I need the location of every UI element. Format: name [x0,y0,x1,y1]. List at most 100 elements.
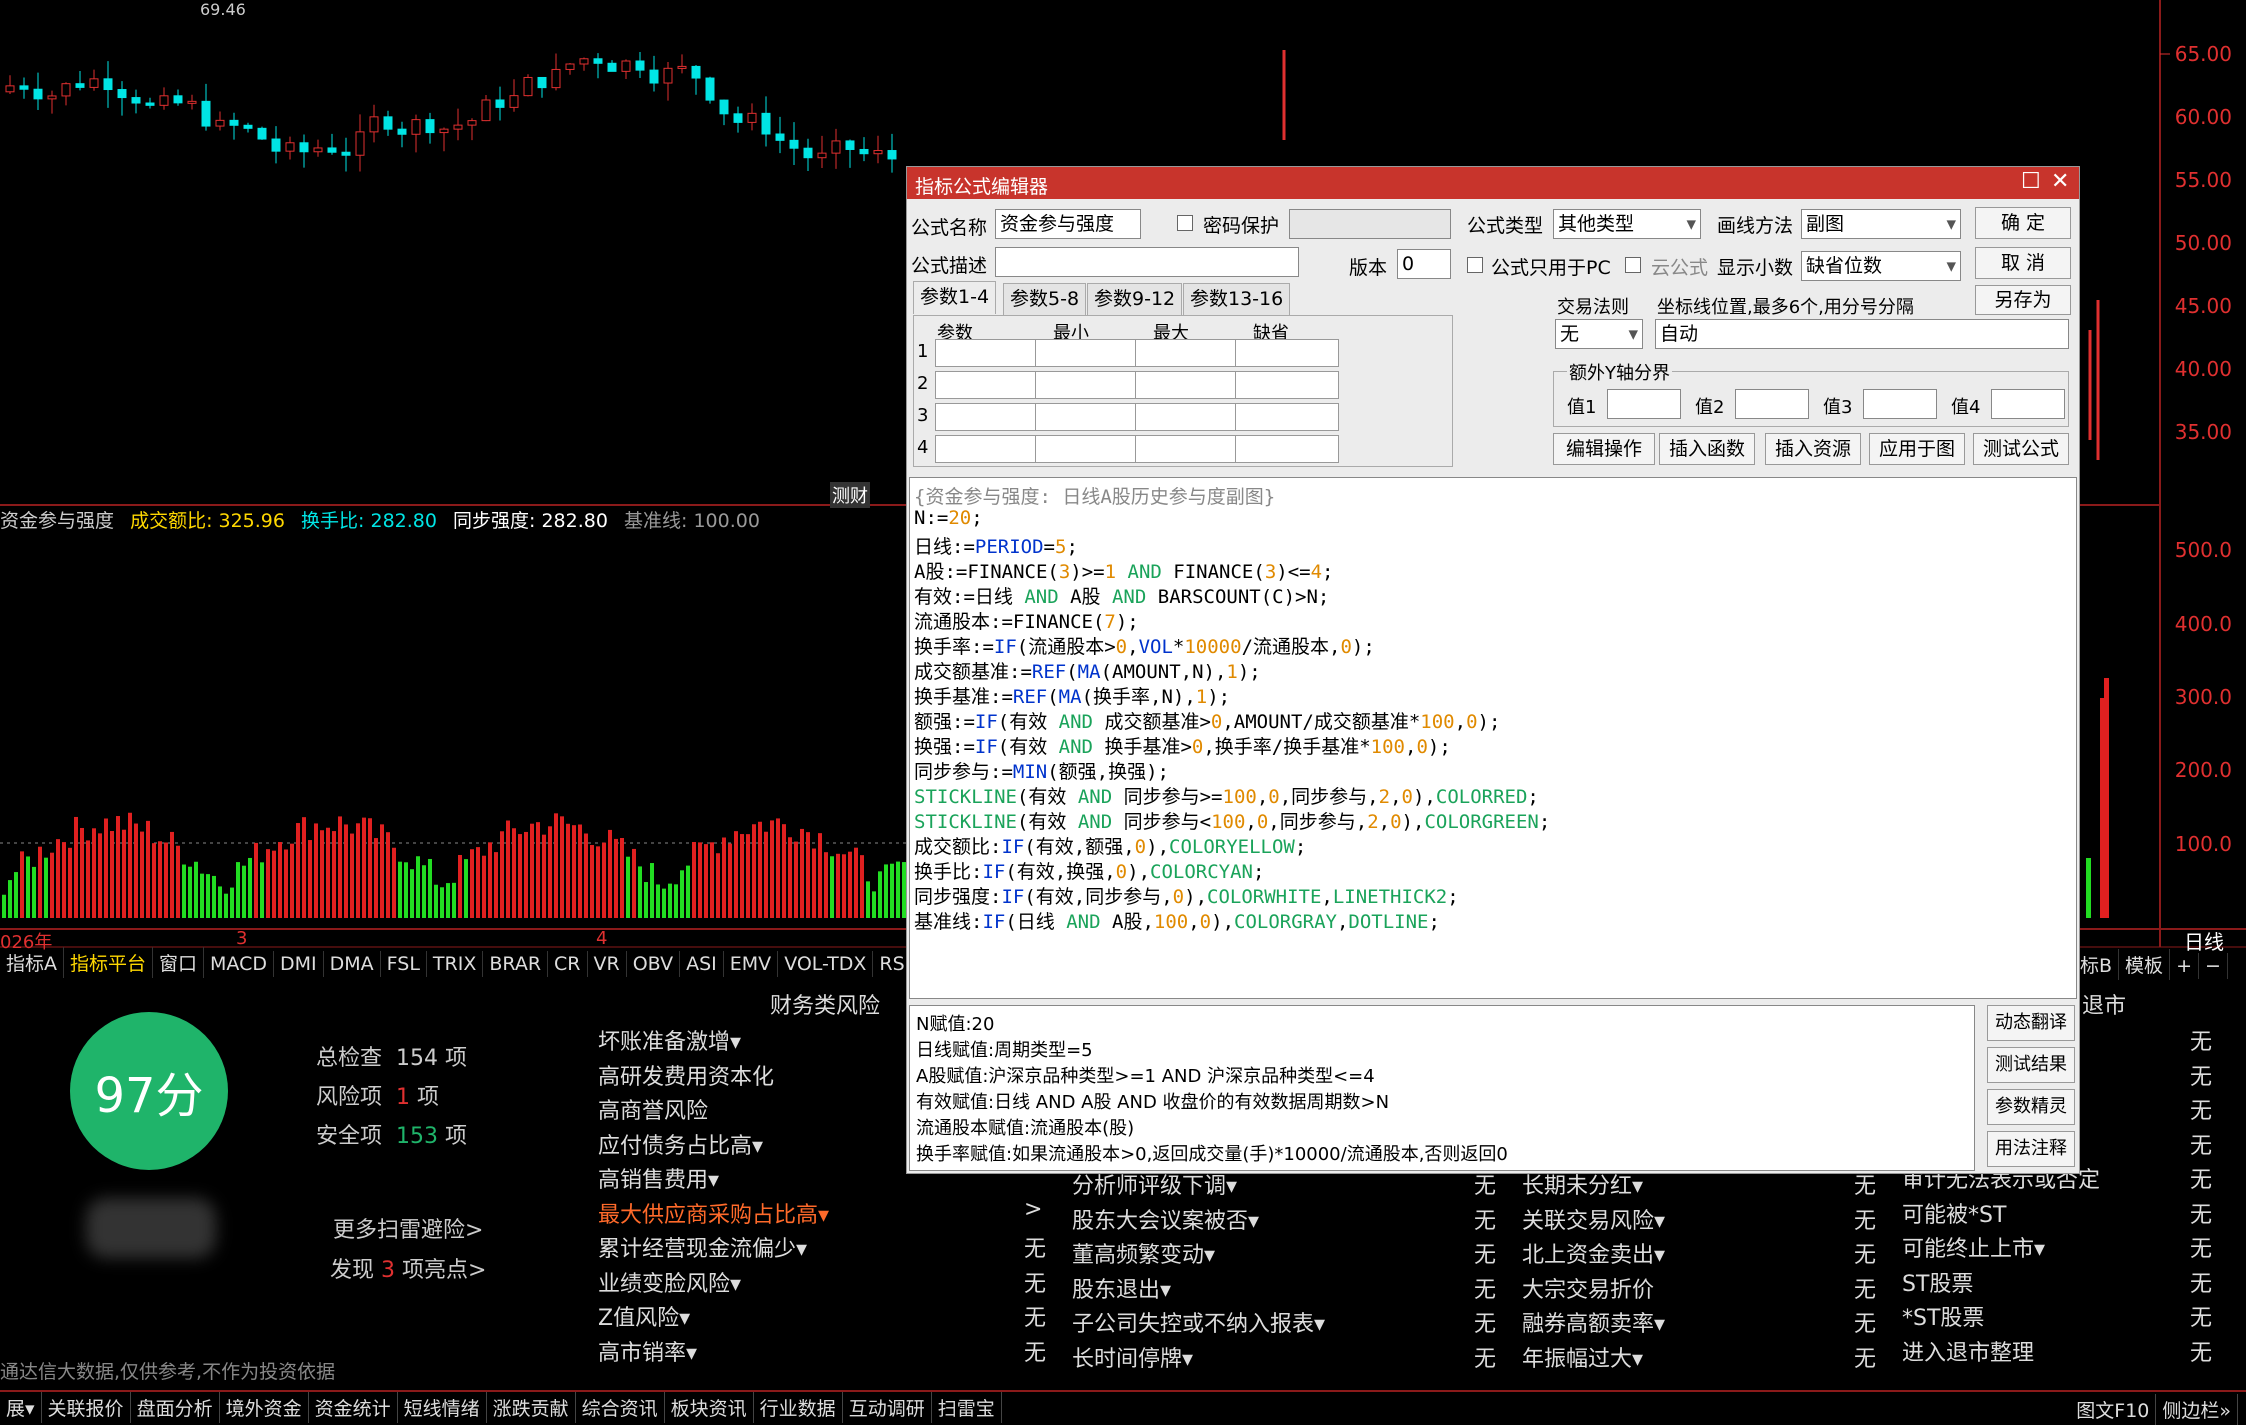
formula-name-input[interactable]: 资金参与强度 [995,209,1141,239]
draw-method-select[interactable]: 副图 [1801,209,1961,239]
formula-code-editor[interactable]: {资金参与强度: 日线A股历史参与度副图} N:=20; 日线:=PERIOD=… [909,477,2077,999]
param-cell[interactable] [935,435,1039,463]
bottom-tab[interactable]: 境外资金 [220,1392,309,1423]
risk-item-label[interactable]: 业绩变脸风险▾ [598,1266,741,1298]
cezai-label[interactable]: 测财 [830,482,870,508]
test-result-button[interactable]: 测试结果 [1987,1047,2075,1083]
sidebar-toggle[interactable]: 侧边栏» [2156,1394,2238,1425]
param-cell[interactable] [1135,339,1239,367]
risk-item-label[interactable]: 累计经营现金流偏少▾ [598,1231,807,1263]
bottom-tab[interactable]: 互动调研 [843,1392,932,1423]
risk-item-label[interactable]: 坏账准备激增▾ [598,1024,741,1056]
save-as-button[interactable]: 另存为 [1975,285,2071,315]
param-cell[interactable] [1135,371,1239,399]
risk-item-label[interactable]: 可能被*ST [1902,1197,2006,1229]
remove-tab-button[interactable]: − [2199,953,2228,979]
indicator-tab[interactable]: VR [588,951,627,977]
risk-item-label[interactable]: 长时间停牌▾ [1072,1341,1193,1373]
param-cell[interactable] [935,371,1039,399]
bottom-tab[interactable]: 盘面分析 [131,1392,220,1423]
risk-item-label[interactable]: 高商誉风险 [598,1093,708,1125]
risk-item-label[interactable]: 董高频繁变动▾ [1072,1237,1215,1269]
risk-item-label[interactable]: 年振幅过大▾ [1522,1341,1643,1373]
bottom-tab[interactable]: 关联报价 [42,1392,131,1423]
indicator-tab[interactable]: ASI [680,951,724,977]
risk-item-label[interactable]: 高市销率▾ [598,1335,697,1367]
risk-item-label[interactable]: *ST股票 [1902,1300,1984,1332]
risk-item-label[interactable]: 股东退出▾ [1072,1272,1171,1304]
risk-item-label[interactable]: 高研发费用资本化 [598,1059,774,1091]
indicator-tab[interactable]: CR [548,951,588,977]
dialog-titlebar[interactable]: 指标公式编辑器 ☐ ✕ [907,167,2079,199]
param-cell[interactable] [1035,339,1139,367]
f10-tab[interactable]: 图文F10 [2070,1394,2157,1425]
y-value-input[interactable] [1863,389,1937,419]
risk-item-label[interactable]: 进入退市整理 [1902,1335,2034,1367]
risk-item-label[interactable]: 大宗交易折价 [1522,1272,1654,1304]
test-formula-button[interactable]: 测试公式 [1973,433,2069,465]
param-cell[interactable] [1135,403,1239,431]
password-checkbox[interactable] [1177,215,1193,231]
indicator-tab[interactable]: OBV [627,951,681,977]
bottom-tab[interactable]: 行业数据 [754,1392,843,1423]
risk-item-label[interactable]: 高销售费用▾ [598,1162,719,1194]
formula-desc-input[interactable] [995,247,1299,277]
password-input[interactable] [1289,209,1451,239]
param-cell[interactable] [1235,403,1339,431]
edit-ops-button[interactable]: 编辑操作 [1553,433,1655,465]
risk-item-label[interactable]: Z值风险▾ [598,1300,690,1332]
insert-function-button[interactable]: 插入函数 [1659,433,1755,465]
dynamic-translation-panel[interactable]: N赋值:20 日线赋值:周期类型=5 A股赋值:沪深京品种类型>=1 AND 沪… [909,1005,1975,1171]
param-tab[interactable]: 参数13-16 [1183,283,1291,316]
risk-item-label[interactable]: 关联交易风险▾ [1522,1203,1665,1235]
bottom-tab[interactable]: 展▾ [0,1392,42,1423]
param-cell[interactable] [935,339,1039,367]
close-icon[interactable]: ✕ [2051,169,2069,194]
param-cell[interactable] [1235,435,1339,463]
param-tab[interactable]: 参数9-12 [1087,283,1183,316]
bottom-tab[interactable]: 扫雷宝 [932,1392,1002,1423]
insert-resource-button[interactable]: 插入资源 [1765,433,1861,465]
y-value-input[interactable] [1991,389,2065,419]
indicator-tab[interactable]: DMA [324,951,381,977]
cloud-checkbox[interactable] [1625,257,1641,273]
bottom-tab[interactable]: 资金统计 [309,1392,398,1423]
param-cell[interactable] [1035,403,1139,431]
cancel-button[interactable]: 取 消 [1975,247,2071,279]
risk-item-label[interactable]: 可能终止上市▾ [1902,1231,2045,1263]
apply-chart-button[interactable]: 应用于图 [1869,433,1965,465]
bottom-tab[interactable]: 综合资讯 [576,1392,665,1423]
indicator-tab[interactable]: TRIX [427,951,484,977]
maximize-icon[interactable]: ☐ [2021,169,2041,194]
indicator-tab[interactable]: EMV [724,951,779,977]
usage-notes-button[interactable]: 用法注释 [1987,1131,2075,1167]
coord-input[interactable]: 自动 [1655,319,2069,349]
risk-item-label[interactable]: 最大供应商采购占比高▾ [598,1197,829,1229]
indicator-tab[interactable]: BRAR [483,951,549,977]
decimal-select[interactable]: 缺省位数 [1801,251,1961,281]
bottom-tab[interactable]: 短线情绪 [398,1392,487,1423]
risk-item-label[interactable]: 股东大会议案被否▾ [1072,1203,1259,1235]
add-tab-button[interactable]: + [2170,953,2199,979]
indicator-tab[interactable]: MACD [204,951,274,977]
param-cell[interactable] [1135,435,1239,463]
param-wizard-button[interactable]: 参数精灵 [1987,1089,2075,1125]
indicator-tab[interactable]: DMI [274,951,324,977]
template-tab[interactable]: 模板 [2119,949,2171,980]
highlights-link[interactable]: 发现 3 项亮点> [330,1252,486,1284]
indicator-tab[interactable]: VOL-TDX [778,951,874,977]
indicator-tab[interactable]: 指标A [0,947,64,978]
more-scan-link[interactable]: 更多扫雷避险> [333,1212,483,1244]
ok-button[interactable]: 确 定 [1975,207,2071,239]
param-cell[interactable] [1235,371,1339,399]
trade-rule-select[interactable]: 无 [1555,319,1643,349]
bottom-tab[interactable]: 板块资讯 [665,1392,754,1423]
risk-item-label[interactable]: 应付债务占比高▾ [598,1128,763,1160]
param-cell[interactable] [935,403,1039,431]
param-tab[interactable]: 参数1-4 [913,281,997,314]
param-tab[interactable]: 参数5-8 [1003,283,1087,316]
risk-item-label[interactable]: 北上资金卖出▾ [1522,1237,1665,1269]
param-cell[interactable] [1235,339,1339,367]
y-value-input[interactable] [1735,389,1809,419]
param-cell[interactable] [1035,371,1139,399]
